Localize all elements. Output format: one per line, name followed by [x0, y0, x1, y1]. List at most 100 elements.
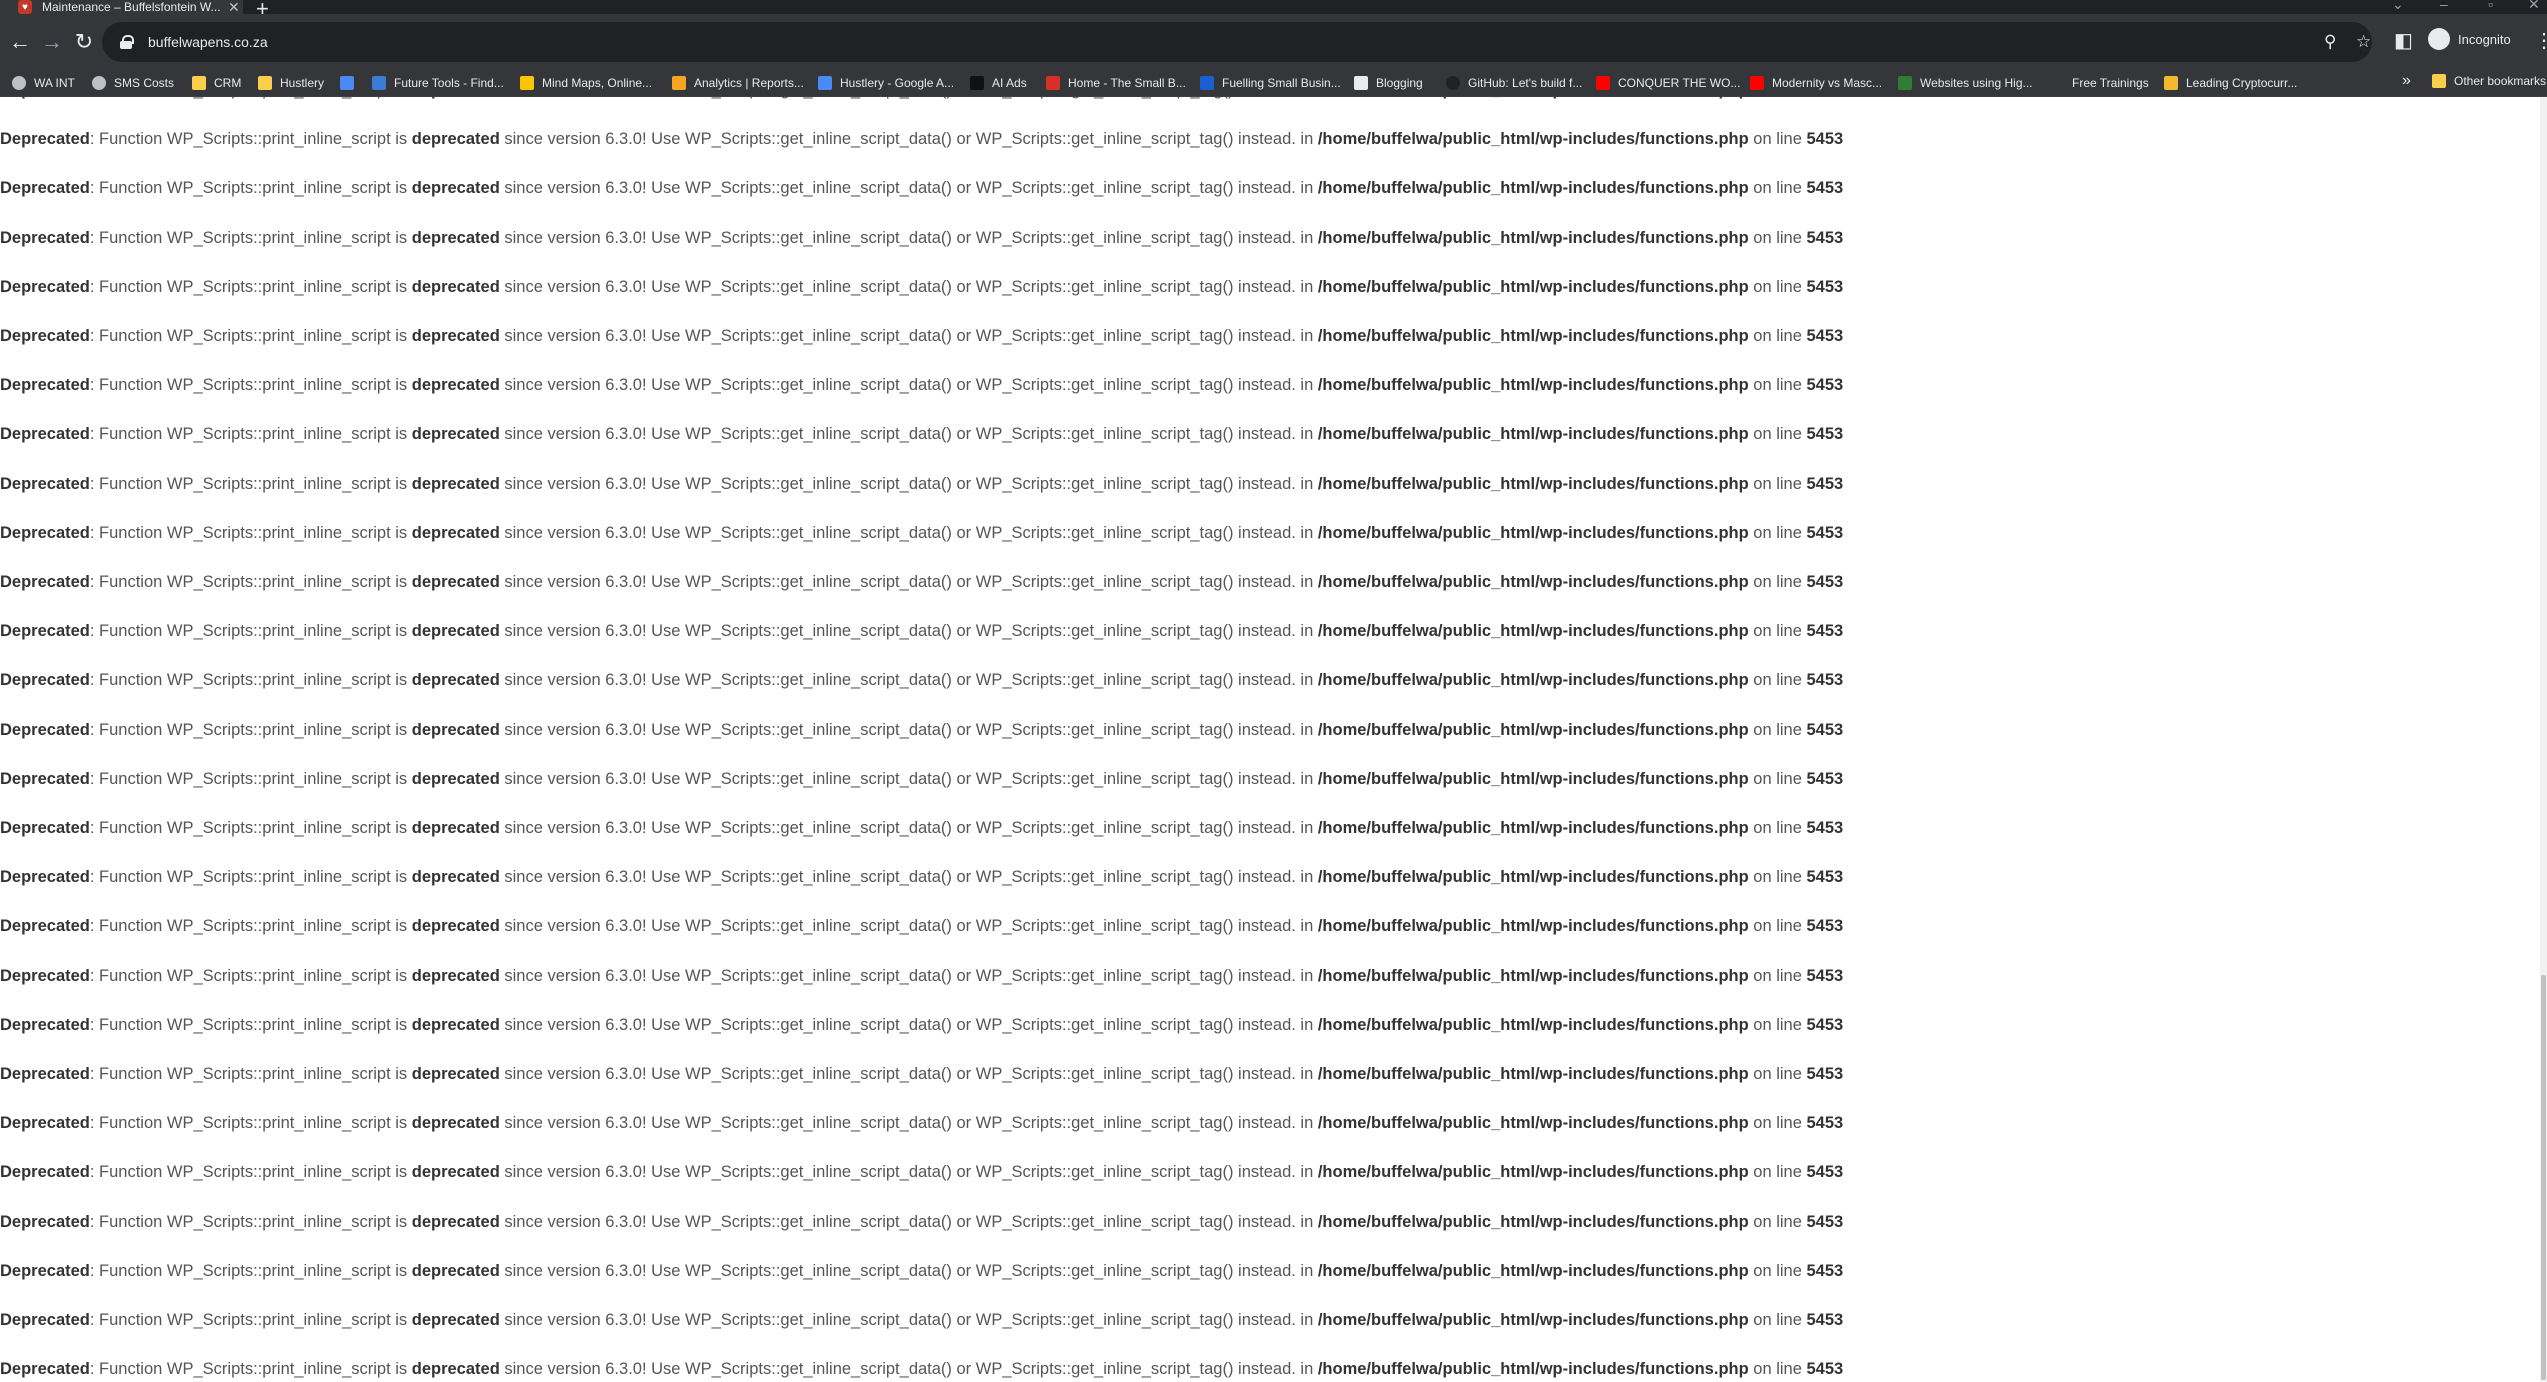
notice-keyword: deprecated [411, 425, 500, 443]
bookmark-item[interactable]: CRM [192, 74, 241, 92]
notice-file-path: /home/buffelwa/public_html/wp-includes/f… [1317, 1360, 1749, 1378]
analytics-icon [672, 76, 686, 90]
bookmark-item[interactable]: Future Tools - Find... [372, 74, 504, 92]
bookmark-item[interactable]: Modernity vs Masc... [1750, 74, 1882, 92]
notice-keyword: deprecated [411, 721, 500, 739]
notice-file-path: /home/buffelwa/public_html/wp-includes/f… [1317, 130, 1749, 148]
bookmark-label: AI Ads [992, 76, 1027, 90]
notice-text: on line [1748, 868, 1807, 886]
zoom-icon[interactable]: ⚲ [2324, 32, 2336, 52]
notice-line-number: 5453 [1806, 179, 1844, 197]
bookmark-item[interactable]: Free Trainings [2050, 74, 2149, 92]
globe-icon [12, 76, 26, 90]
bookmark-item[interactable]: Home - The Small B... [1046, 74, 1186, 92]
tab-search-icon[interactable]: ⌄ [2392, 0, 2404, 13]
bookmark-item[interactable]: WA INT [12, 74, 75, 92]
bookmark-label: Hustlery [280, 76, 325, 90]
bookmark-item[interactable]: Mind Maps, Online... [520, 74, 652, 92]
bookmark-item[interactable]: CONQUER THE WO... [1596, 74, 1740, 92]
menu-icon[interactable]: ⋮ [2534, 28, 2547, 53]
notice-text: since version 6.3.0! Use WP_Scripts::get… [499, 130, 1318, 148]
notice-text: since version 6.3.0! Use WP_Scripts::get… [499, 573, 1318, 591]
maximize-icon[interactable]: ▫ [2488, 0, 2493, 12]
notice-file-path: /home/buffelwa/public_html/wp-includes/f… [1317, 376, 1749, 394]
bookmark-item[interactable] [340, 74, 362, 92]
notice-text: since version 6.3.0! Use WP_Scripts::get… [499, 1213, 1318, 1231]
deprecation-notice: Deprecated: Function WP_Scripts::print_i… [0, 1112, 1843, 1134]
notice-text: : Function WP_Scripts::print_inline_scri… [89, 770, 412, 788]
notice-text: : Function WP_Scripts::print_inline_scri… [89, 327, 412, 345]
notice-prefix: Deprecated [0, 179, 90, 197]
notice-file-path: /home/buffelwa/public_html/wp-includes/f… [1317, 327, 1749, 345]
notice-text: : Function WP_Scripts::print_inline_scri… [89, 376, 412, 394]
url-text[interactable]: buffelwapens.co.za [148, 34, 268, 50]
close-window-icon[interactable]: ✕ [2528, 0, 2540, 13]
notice-keyword: deprecated [411, 868, 500, 886]
notice-text: : Function WP_Scripts::print_inline_scri… [89, 475, 412, 493]
notice-line-number: 5453 [1806, 1163, 1844, 1181]
more-bookmarks-icon[interactable]: » [2402, 72, 2411, 90]
notice-keyword: deprecated [411, 327, 500, 345]
notice-text: on line [1748, 376, 1807, 394]
notice-keyword: deprecated [411, 475, 500, 493]
bookmark-item[interactable]: Hustlery - Google A... [818, 74, 954, 92]
bookmark-item[interactable]: Websites using Hig... [1898, 74, 2033, 92]
notice-line-number: 5453 [1806, 1262, 1844, 1280]
bookmark-item[interactable]: GitHub: Let's build f... [1446, 74, 1582, 92]
notice-text: since version 6.3.0! Use WP_Scripts::get… [499, 524, 1318, 542]
notice-text: : Function WP_Scripts::print_inline_scri… [89, 819, 412, 837]
notice-prefix: Deprecated [0, 573, 90, 591]
minimize-icon[interactable]: – [2440, 0, 2448, 12]
folder-icon [258, 76, 272, 90]
scrollbar-thumb[interactable] [2541, 975, 2546, 1380]
notice-text: since version 6.3.0! Use WP_Scripts::get… [499, 1360, 1318, 1378]
notice-line-number: 5453 [1806, 1114, 1844, 1132]
incognito-indicator[interactable]: Incognito [2428, 28, 2511, 50]
notice-line-number: 5453 [1806, 130, 1844, 148]
notice-text: since version 6.3.0! Use WP_Scripts::get… [499, 671, 1318, 689]
notice-text: : Function WP_Scripts::print_inline_scri… [90, 97, 412, 99]
bookmark-item[interactable]: Blogging [1354, 74, 1423, 92]
lock-icon[interactable] [120, 35, 134, 49]
deprecation-notice: Deprecated: Function WP_Scripts::print_i… [0, 473, 1843, 495]
notice-keyword: deprecated [411, 1163, 500, 1181]
notice-text: since version 6.3.0! Use WP_Scripts::get… [499, 1065, 1318, 1083]
forward-icon[interactable]: → [38, 28, 66, 56]
notice-prefix: Deprecated [0, 819, 90, 837]
notice-file-path: /home/buffelwa/public_html/wp-includes/f… [1317, 1065, 1749, 1083]
notice-line-number: 5453 [1806, 278, 1844, 296]
bookmark-item[interactable]: Analytics | Reports... [672, 74, 804, 92]
bookmark-item[interactable]: Hustlery [258, 74, 324, 92]
notice-text: since version 6.3.0! Use WP_Scripts::get… [499, 1311, 1318, 1329]
reload-icon[interactable]: ↻ [70, 28, 98, 56]
notice-keyword: deprecated [411, 770, 500, 788]
notice-text: : Function WP_Scripts::print_inline_scri… [89, 917, 412, 935]
deprecation-notice: Deprecated: Function WP_Scripts::print_i… [0, 128, 1843, 150]
bookmark-item[interactable]: Fuelling Small Busin... [1200, 74, 1341, 92]
notice-prefix: Deprecated [0, 327, 90, 345]
deprecation-notice: Deprecated: Function WP_Scripts::print_i… [0, 374, 1843, 396]
browser-toolbar: ← → ↻ buffelwapens.co.za ⚲ ☆ ◧ Incognito… [0, 14, 2547, 70]
back-icon[interactable]: ← [6, 28, 34, 56]
active-tab[interactable]: ♥ Maintenance – Buffelsfontein W... ✕ [0, 0, 243, 15]
deprecation-notice: Deprecated: Function WP_Scripts::print_i… [0, 915, 1843, 937]
deprecation-notice: Deprecated: Function WP_Scripts::print_i… [0, 1211, 1843, 1233]
other-bookmarks[interactable]: Other bookmarks [2432, 74, 2546, 88]
notice-prefix: Deprecated [0, 1114, 90, 1132]
notice-file-path: /home/buffelwa/public_html/wp-includes/f… [1317, 770, 1749, 788]
bookmark-item[interactable]: SMS Costs [92, 74, 174, 92]
bookmark-label: SMS Costs [114, 76, 175, 90]
notice-file-path: /home/buffelwa/public_html/wp-includes/f… [1317, 917, 1749, 935]
bookmark-item[interactable]: Leading Cryptocurr... [2164, 74, 2297, 92]
notice-prefix: Deprecated [0, 622, 90, 640]
bookmark-item[interactable]: AI Ads [970, 74, 1027, 92]
deprecation-notice: Deprecated: Function WP_Scripts::print_i… [0, 1309, 1843, 1331]
address-bar[interactable]: buffelwapens.co.za ⚲ ☆ [102, 22, 2372, 62]
bookmark-star-icon[interactable]: ☆ [2356, 32, 2371, 52]
notice-text: : Function WP_Scripts::print_inline_scri… [89, 967, 412, 985]
notice-text: since version 6.3.0! Use WP_Scripts::get… [499, 1262, 1318, 1280]
deprecation-notice: Deprecated: Function WP_Scripts::print_i… [0, 719, 1843, 741]
notice-text: on line [1748, 278, 1807, 296]
bookmark-label: CONQUER THE WO... [1618, 76, 1741, 90]
side-panel-icon[interactable]: ◧ [2394, 28, 2413, 53]
